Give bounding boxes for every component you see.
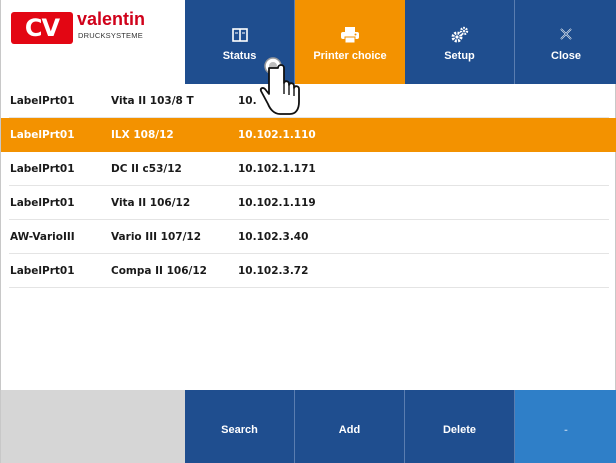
logo-subtitle: DRUCKSYSTEME bbox=[78, 31, 143, 40]
status-button[interactable]: Status bbox=[185, 0, 295, 84]
printer-model: Vita II 106/12 bbox=[111, 197, 191, 209]
brand-logo: CV valentin DRUCKSYSTEME bbox=[11, 9, 181, 52]
logo-mark: CV bbox=[11, 12, 73, 44]
printer-model: ILX 108/12 bbox=[111, 129, 174, 141]
status-label: Status bbox=[222, 50, 257, 62]
printer-model: Vario III 107/12 bbox=[111, 231, 202, 243]
printer-model: DC II c53/12 bbox=[111, 163, 182, 175]
printer-ip: 10.102.1.119 bbox=[238, 197, 316, 209]
close-button[interactable]: Close bbox=[515, 0, 616, 84]
printer-name: AW-VarioIII bbox=[10, 231, 75, 243]
printer-row[interactable]: LabelPrt01 Vita II 103/8 T 10. bbox=[1, 84, 616, 118]
printer-row[interactable]: LabelPrt01 Vita II 106/12 10.102.1.119 bbox=[1, 186, 616, 220]
delete-button[interactable]: Delete bbox=[405, 390, 515, 463]
printer-icon bbox=[295, 26, 405, 46]
printer-ip: 10.102.3.72 bbox=[238, 265, 309, 277]
setup-button[interactable]: Setup bbox=[405, 0, 515, 84]
printer-row[interactable]: LabelPrt01 DC II c53/12 10.102.1.171 bbox=[1, 152, 616, 186]
printer-row[interactable]: AW-VarioIII Vario III 107/12 10.102.3.40 bbox=[1, 220, 616, 254]
close-x-icon bbox=[515, 26, 616, 46]
printer-ip: 10.102.3.40 bbox=[238, 231, 309, 243]
printer-choice-button[interactable]: Printer choice bbox=[295, 0, 405, 84]
printer-ip: 10.102.1.171 bbox=[238, 163, 316, 175]
printer-model: Vita II 103/8 T bbox=[111, 95, 194, 107]
app-window: CV valentin DRUCKSYSTEME Status Printer … bbox=[0, 0, 616, 463]
setup-label: Setup bbox=[444, 50, 475, 62]
printer-name: LabelPrt01 bbox=[10, 163, 75, 175]
logo-name: valentin bbox=[77, 9, 146, 29]
printer-name: LabelPrt01 bbox=[10, 197, 75, 209]
printer-ip: 10. bbox=[238, 95, 257, 107]
printer-name: LabelPrt01 bbox=[10, 129, 75, 141]
footer-empty-area bbox=[1, 390, 185, 463]
footer-toolbar: Search Add Delete - bbox=[1, 390, 616, 463]
printer-choice-label: Printer choice bbox=[313, 50, 387, 62]
gears-icon bbox=[405, 26, 514, 46]
printer-row-selected[interactable]: LabelPrt01 ILX 108/12 10.102.1.110 bbox=[1, 118, 616, 152]
printer-model: Compa II 106/12 bbox=[111, 265, 207, 277]
header: CV valentin DRUCKSYSTEME Status Printer … bbox=[1, 0, 616, 84]
printer-ip: 10.102.1.110 bbox=[238, 129, 316, 141]
printer-list: LabelPrt01 Vita II 103/8 T 10. LabelPrt0… bbox=[1, 84, 616, 390]
printer-name: LabelPrt01 bbox=[10, 265, 75, 277]
book-icon bbox=[185, 26, 294, 46]
printer-name: LabelPrt01 bbox=[10, 95, 75, 107]
printer-row[interactable]: LabelPrt01 Compa II 106/12 10.102.3.72 bbox=[1, 254, 616, 288]
add-button[interactable]: Add bbox=[295, 390, 405, 463]
extra-button[interactable]: - bbox=[515, 390, 616, 463]
close-label: Close bbox=[551, 50, 581, 62]
search-button[interactable]: Search bbox=[185, 390, 295, 463]
